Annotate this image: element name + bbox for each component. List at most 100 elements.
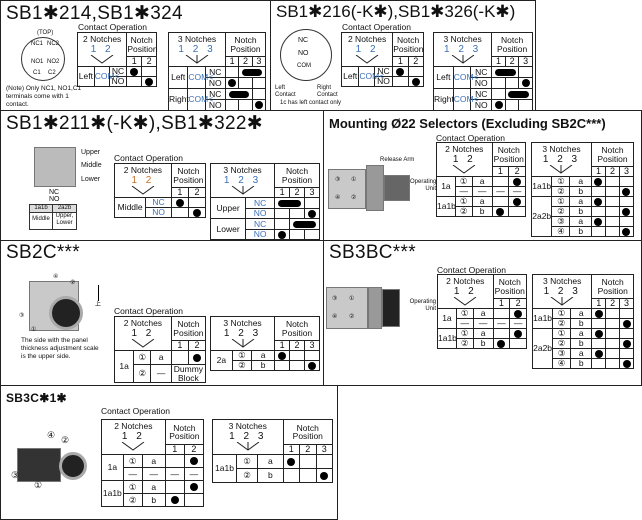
sb3bc-knob <box>382 289 400 327</box>
panel-title: SB1✱216(-K✱),SB1✱326(-K✱) <box>276 2 516 21</box>
table-cell: ② <box>122 493 143 507</box>
notch-digits: 1 2 3 <box>229 430 267 442</box>
table-row: Middle NC <box>113 197 207 218</box>
contact-closed-dot <box>619 358 634 369</box>
dot-icon <box>278 351 287 360</box>
notch-v-icon <box>451 54 474 64</box>
table-cell <box>605 308 621 319</box>
table-row: Left COM< NC <box>433 66 533 89</box>
dot-icon <box>521 79 530 88</box>
notch-digits: 1 2 3 <box>223 327 262 339</box>
position-1: 1 <box>170 340 189 351</box>
table-cell: NO <box>245 228 276 240</box>
header-row: 3 Notches 1 2 3 Notch Position <box>432 32 533 67</box>
table-cell: 1a1b <box>436 196 456 217</box>
header-row: 2 Notches 1 2 Notch Position <box>76 32 158 67</box>
table-cell: COM< <box>358 66 384 87</box>
table-cell: b <box>257 468 284 483</box>
position-1: 1 <box>282 444 301 455</box>
table-cell <box>590 186 606 197</box>
header-row: 3 Notches 1 2 3 Notch Position <box>531 274 634 309</box>
notches-label: 3 Notches <box>223 165 262 175</box>
table-row: 1a1b ① a <box>531 308 634 329</box>
contact-closed-dot <box>407 76 425 87</box>
notch-position-header: Notch Position <box>170 163 207 188</box>
table-cell: — <box>122 467 143 481</box>
label-4: ④ <box>335 195 341 201</box>
table-2-notches: 2 Notches 1 2 Notch Position 1 2 1a ① a — — — —1a1b… <box>101 419 205 507</box>
contact-closed-dot <box>304 207 320 219</box>
label-c1: C1 <box>33 70 41 76</box>
contact-operation-label: Contact Operation <box>101 406 170 416</box>
notch-position-header: Notch Position <box>274 163 320 188</box>
notches-header: 2 Notches 1 2 <box>436 142 493 177</box>
notches-label: 2 Notches <box>446 276 485 286</box>
contact-closed-dot <box>618 186 635 197</box>
table-cell: 2a2b <box>530 196 553 237</box>
label-upper: Upper <box>81 149 101 156</box>
table-row: 2a ① a <box>210 350 320 371</box>
table-cell: ① <box>122 454 143 468</box>
table-2-notches: 2 Notches 1 2 Notch Position 1 2 Left COM< NC NO <box>76 32 158 87</box>
label-right-contact: Right Contact <box>317 85 338 99</box>
table-cell: ② <box>235 468 259 483</box>
notch-digits: 1 2 <box>131 174 155 186</box>
contact-closed-dot <box>183 454 205 468</box>
table-row: 1a1b ① a <box>436 196 526 217</box>
contact-table: 2 Notches 1 2 Notch Position 1 2 Middle NC NO <box>113 163 207 218</box>
label-3: ③ <box>335 177 341 183</box>
contact-closed-dot <box>491 206 510 217</box>
table-cell <box>170 207 189 218</box>
notches-label: 2 Notches <box>347 34 387 44</box>
position-2: 2 <box>187 187 207 198</box>
notch-v-icon <box>453 164 476 174</box>
table-cell <box>504 77 520 89</box>
table-cell: NO <box>373 76 394 87</box>
selector-knob <box>384 175 410 201</box>
table-cell: COM< <box>452 88 479 111</box>
table-cell: — <box>472 318 494 329</box>
contact-table: 3 Notches 1 2 3 Notch Position 1 2 3 1a1b ① a ② b 2… <box>530 142 635 237</box>
label-nc: NC <box>298 37 309 44</box>
table-cell <box>492 308 511 319</box>
table-3-notches: 3 Notches 1 2 3 Notch Position 1 2 3 Left COM< N… <box>167 32 267 111</box>
table-cell <box>508 206 526 217</box>
contact-closed-dot <box>170 197 189 208</box>
contact-closed-dot <box>492 338 511 349</box>
bar-icon <box>508 91 530 98</box>
table-3-notches: 3 Notches 1 2 3 Notch Position 1 2 3 2a ① a ② b <box>209 316 320 371</box>
label-middle: Middle <box>81 162 102 169</box>
sb3bc-body <box>368 287 382 329</box>
contact-table: 3 Notches 1 2 3 Notch Position 1 2 3 1a1b ① a ② b 2… <box>531 274 634 369</box>
table-cell <box>604 176 620 187</box>
notch-position-header: Notch Position <box>591 274 634 299</box>
panel-sb3c: SB3C✱1✱ ④ ② ③ ① Contact Operation 2 Notc… <box>0 385 338 520</box>
notch-v-icon <box>550 296 574 306</box>
dot-icon <box>497 339 506 348</box>
notch-v-icon <box>131 338 155 348</box>
contact-closed-dot <box>591 328 607 339</box>
position-1: 1 <box>225 56 240 67</box>
table-cell <box>590 206 606 217</box>
table-cell <box>605 328 621 339</box>
table-cell: — <box>454 186 473 197</box>
notches-header: 2 Notches 1 2 <box>114 163 172 198</box>
table-cell: NO <box>245 207 276 219</box>
label-2: ② <box>61 435 70 445</box>
notches-header: 3 Notches 1 2 3 <box>531 274 593 309</box>
table-cell: b <box>251 360 276 371</box>
notches-label: 3 Notches <box>228 421 267 431</box>
notch-digits: 1 2 3 <box>443 43 482 55</box>
table-3-notches: 3 Notches 1 2 3 Notch Position 1 2 3 1a1b ① a ② b 2… <box>531 274 634 369</box>
bar-icon <box>277 199 302 207</box>
notches-header: 3 Notches 1 2 3 <box>212 419 284 455</box>
position-1: 1 <box>274 340 291 351</box>
label-1: ① <box>34 480 43 490</box>
table-row: 1a ① a <box>437 308 527 329</box>
notch-position-header: Notch Position <box>225 32 266 57</box>
table-cell <box>618 196 635 207</box>
dot-icon <box>594 177 603 186</box>
contact-closed-dot <box>618 206 635 217</box>
table-cell: ① <box>235 454 259 469</box>
header-row: 3 Notches 1 2 3 Notch Position <box>531 142 635 177</box>
